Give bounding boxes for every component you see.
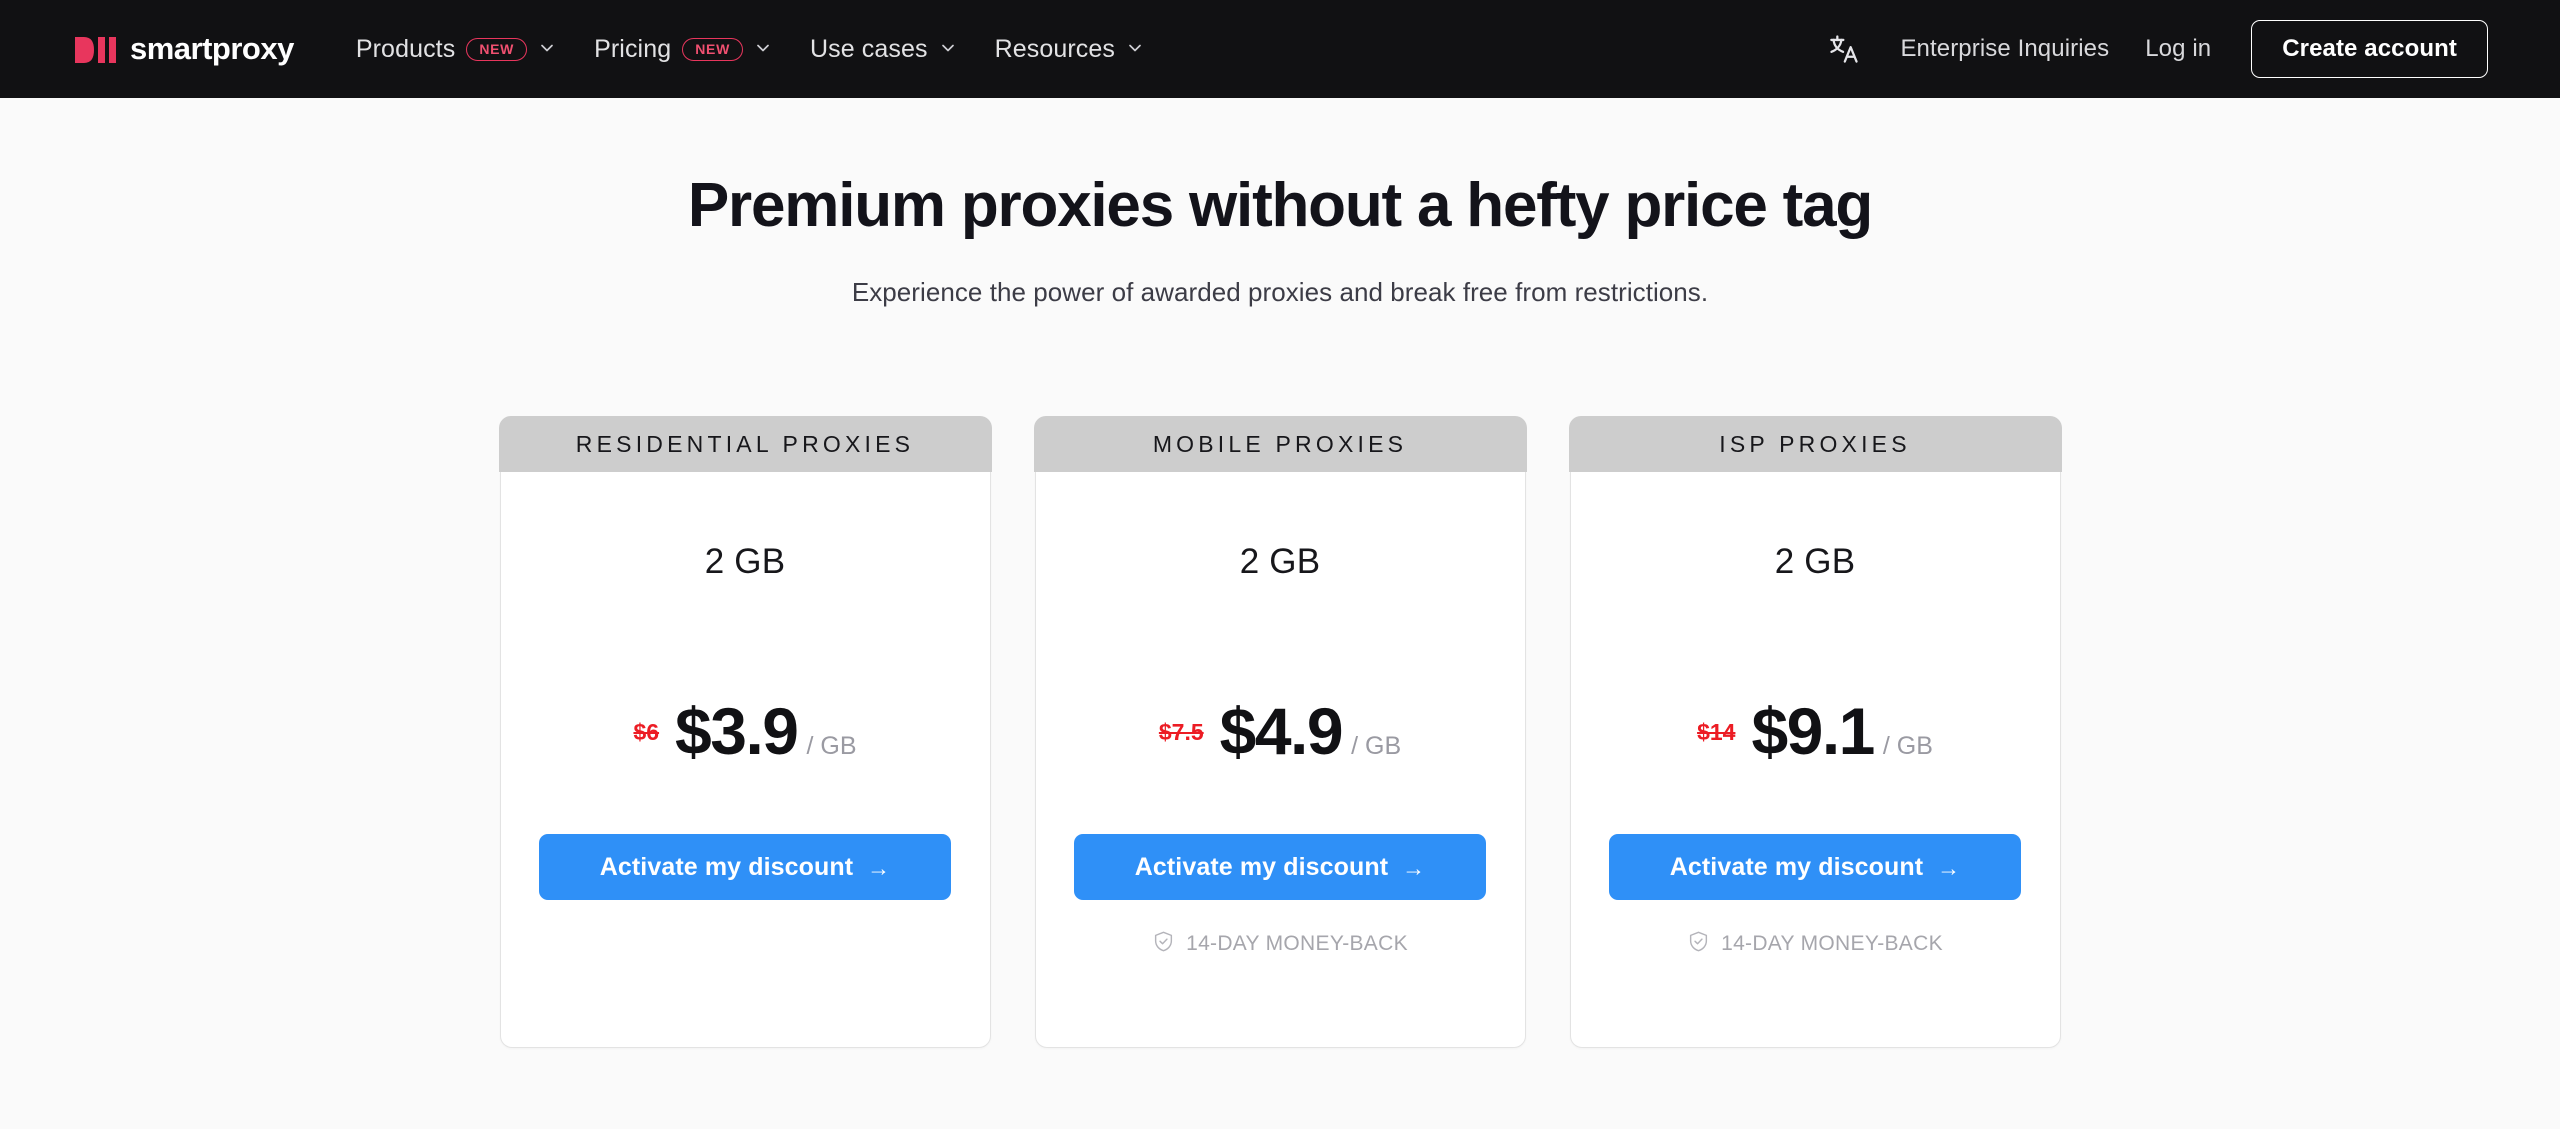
card-new-price: $9.1 <box>1751 694 1875 769</box>
shield-check-icon <box>1687 930 1710 958</box>
shield-check-icon <box>1152 930 1175 958</box>
nav-right-group: Enterprise Inquiries Log in Create accou… <box>1824 20 2488 78</box>
chevron-down-icon <box>754 39 772 57</box>
activate-discount-label: Activate my discount <box>1669 852 1924 881</box>
chevron-down-icon <box>538 39 556 57</box>
money-back-guarantee: 14-DAY MONEY-BACK <box>1687 930 1943 958</box>
card-header-label: MOBILE PROXIES <box>1152 430 1408 457</box>
smartproxy-logo[interactable]: smartproxy <box>75 31 294 67</box>
nav-item-pricing-label: Pricing <box>594 34 672 63</box>
chevron-down-icon <box>939 39 957 57</box>
card-price-row: $14 $9.1 / GB <box>1697 698 1933 764</box>
page-title: Premium proxies without a hefty price ta… <box>687 171 1873 240</box>
card-header-label: RESIDENTIAL PROXIES <box>575 430 915 457</box>
nav-item-use-cases[interactable]: Use cases <box>810 0 957 98</box>
nav-item-products-new-badge: NEW <box>466 37 528 61</box>
card-body-mobile: 2 GB $7.5 $4.9 / GB Activate my discount… <box>1034 472 1526 1049</box>
activate-discount-button[interactable]: Activate my discount → <box>1609 834 2021 901</box>
nav-menu: Products NEW Pricing NEW Use cases Resou… <box>356 0 1144 98</box>
translate-icon[interactable] <box>1824 29 1864 69</box>
pricing-cards-row: RESIDENTIAL PROXIES 2 GB $6 $3.9 / GB Ac… <box>0 416 2560 1049</box>
card-new-price: $3.9 <box>675 694 799 769</box>
card-new-price: $4.9 <box>1219 694 1344 769</box>
login-link[interactable]: Log in <box>2145 35 2211 63</box>
enterprise-inquiries-link[interactable]: Enterprise Inquiries <box>1900 35 2109 63</box>
money-back-label: 14-DAY MONEY-BACK <box>1186 932 1408 956</box>
arrow-right-icon: → <box>867 854 891 881</box>
card-old-price: $6 <box>633 719 660 746</box>
money-back-label: 14-DAY MONEY-BACK <box>1721 932 1943 956</box>
nav-item-use-cases-label: Use cases <box>809 34 928 63</box>
card-header-residential: RESIDENTIAL PROXIES <box>498 416 992 473</box>
card-price-unit: / GB <box>1882 732 1933 761</box>
activate-discount-label: Activate my discount <box>1134 852 1389 881</box>
card-price-row: $7.5 $4.9 / GB <box>1159 698 1401 764</box>
card-price-unit: / GB <box>806 732 857 761</box>
chevron-down-icon <box>1126 39 1144 57</box>
top-navigation-bar: smartproxy Products NEW Pricing NEW Use … <box>0 0 2560 98</box>
arrow-right-icon: → <box>1937 854 1961 881</box>
nav-item-products-label: Products <box>355 34 456 63</box>
pricing-card-mobile: MOBILE PROXIES 2 GB $7.5 $4.9 / GB Activ… <box>1033 416 1527 1049</box>
card-old-price: $14 <box>1697 719 1736 746</box>
card-data-amount: 2 GB <box>1239 542 1321 582</box>
card-price-row: $6 $3.9 / GB <box>633 698 856 764</box>
card-old-price: $7.5 <box>1158 719 1204 746</box>
nav-item-products[interactable]: Products NEW <box>356 0 556 98</box>
smartproxy-bars-logo-icon <box>75 35 117 63</box>
activate-discount-button[interactable]: Activate my discount → <box>539 834 951 901</box>
page-subtitle: Experience the power of awarded proxies … <box>851 277 1709 308</box>
create-account-button[interactable]: Create account <box>2251 20 2488 78</box>
logo-bars-svg <box>75 37 116 63</box>
nav-item-resources-label: Resources <box>994 34 1116 63</box>
card-price-unit: / GB <box>1351 732 1402 761</box>
card-body-residential: 2 GB $6 $3.9 / GB Activate my discount → <box>499 472 991 1049</box>
translate-icon-svg <box>1830 35 1859 63</box>
activate-discount-button[interactable]: Activate my discount → <box>1074 834 1486 901</box>
pricing-card-isp: ISP PROXIES 2 GB $14 $9.1 / GB Activate … <box>1568 416 2062 1049</box>
pricing-card-residential: RESIDENTIAL PROXIES 2 GB $6 $3.9 / GB Ac… <box>498 416 992 1049</box>
nav-item-pricing-new-badge: NEW <box>682 37 743 61</box>
hero-section: Premium proxies without a hefty price ta… <box>0 98 2560 308</box>
card-body-isp: 2 GB $14 $9.1 / GB Activate my discount … <box>1569 472 2061 1049</box>
nav-item-resources[interactable]: Resources <box>995 0 1144 98</box>
card-data-amount: 2 GB <box>1774 542 1856 582</box>
logo-wordmark: smartproxy <box>130 31 294 66</box>
nav-left-group: smartproxy Products NEW Pricing NEW Use … <box>75 0 1144 98</box>
money-back-guarantee: 14-DAY MONEY-BACK <box>1152 930 1408 958</box>
card-header-mobile: MOBILE PROXIES <box>1033 416 1527 473</box>
nav-item-pricing[interactable]: Pricing NEW <box>594 0 772 98</box>
card-header-isp: ISP PROXIES <box>1568 416 2062 473</box>
arrow-right-icon: → <box>1402 854 1426 881</box>
activate-discount-label: Activate my discount <box>599 852 854 881</box>
card-header-label: ISP PROXIES <box>1719 430 1911 457</box>
card-data-amount: 2 GB <box>704 542 786 582</box>
